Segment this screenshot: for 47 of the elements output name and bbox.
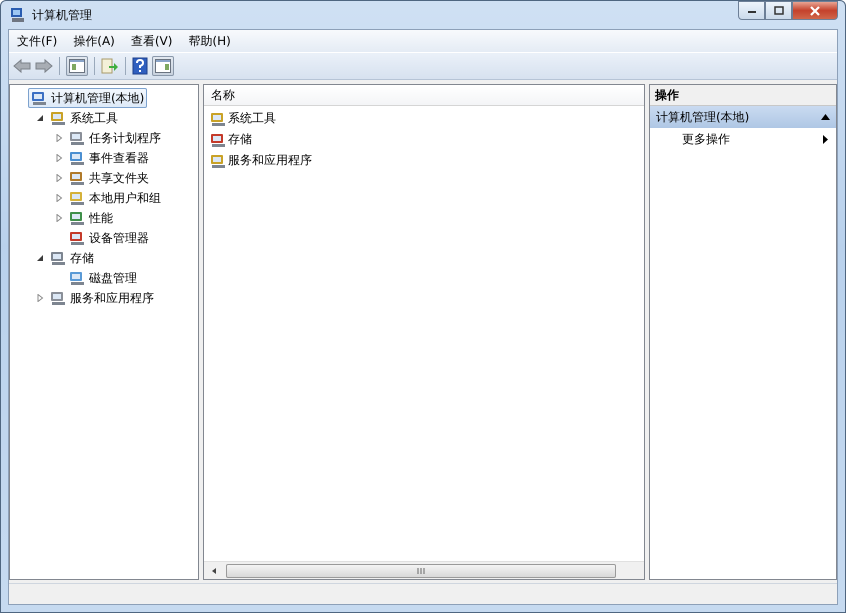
back-arrow-icon[interactable] xyxy=(13,58,31,74)
close-button[interactable] xyxy=(792,1,838,20)
list-item[interactable]: 系统工具 xyxy=(204,108,276,129)
window-title: 计算机管理 xyxy=(32,6,92,24)
submenu-arrow-icon[interactable] xyxy=(823,134,828,144)
collapsed-arrow-icon[interactable] xyxy=(36,294,44,302)
collapsed-arrow-icon[interactable] xyxy=(55,154,63,162)
grip-icon[interactable] xyxy=(417,568,425,574)
help-icon[interactable] xyxy=(132,57,148,75)
tree-item[interactable]: 磁盘管理 xyxy=(66,268,140,288)
list-item[interactable]: 存储 xyxy=(204,129,252,150)
forward-arrow-icon[interactable] xyxy=(35,58,53,74)
collapsed-arrow-icon[interactable] xyxy=(55,134,63,142)
action-pane-button[interactable] xyxy=(152,56,174,76)
section-header[interactable]: 计算机管理(本地) xyxy=(650,106,836,128)
maximize-icon xyxy=(774,6,784,15)
expanded-arrow-icon[interactable] xyxy=(36,114,44,122)
tree-item[interactable]: 服务和应用程序 xyxy=(47,288,157,308)
tree-item[interactable]: 共享文件夹 xyxy=(66,168,152,188)
tree-item[interactable]: 设备管理器 xyxy=(66,228,152,248)
minimize-button[interactable] xyxy=(738,1,765,20)
collapse-arrow-icon[interactable] xyxy=(821,114,830,120)
action-item[interactable]: 更多操作 xyxy=(650,128,836,150)
scroll-left-icon[interactable] xyxy=(210,566,218,574)
tree-item[interactable]: 性能 xyxy=(66,208,116,228)
collapsed-arrow-icon[interactable] xyxy=(55,194,63,202)
computer-icon xyxy=(10,7,26,23)
menu-item[interactable]: 查看(V) xyxy=(122,32,180,50)
menu-item[interactable]: 操作(A) xyxy=(65,32,123,50)
menu-item[interactable]: 文件(F) xyxy=(9,32,66,50)
console-tree-button[interactable] xyxy=(66,56,88,76)
expanded-arrow-icon[interactable] xyxy=(36,254,44,262)
tree-item[interactable]: 计算机管理(本地) xyxy=(28,88,148,108)
close-icon xyxy=(809,6,821,16)
export-list-icon[interactable] xyxy=(101,58,119,74)
menu-item[interactable]: 帮助(H) xyxy=(180,32,239,50)
collapsed-arrow-icon[interactable] xyxy=(55,214,63,222)
pane-header: 操作 xyxy=(650,85,836,106)
tree-item[interactable]: 本地用户和组 xyxy=(66,188,164,208)
maximize-button[interactable] xyxy=(765,1,792,20)
tree-item[interactable]: 存储 xyxy=(47,248,97,268)
tree-item[interactable]: 系统工具 xyxy=(47,108,121,128)
collapsed-arrow-icon[interactable] xyxy=(55,174,63,182)
list-item[interactable]: 服务和应用程序 xyxy=(204,150,312,171)
tree-item[interactable]: 任务计划程序 xyxy=(66,128,164,148)
tree-item[interactable]: 事件查看器 xyxy=(66,148,152,168)
horizontal-scrollbar[interactable] xyxy=(204,561,644,579)
